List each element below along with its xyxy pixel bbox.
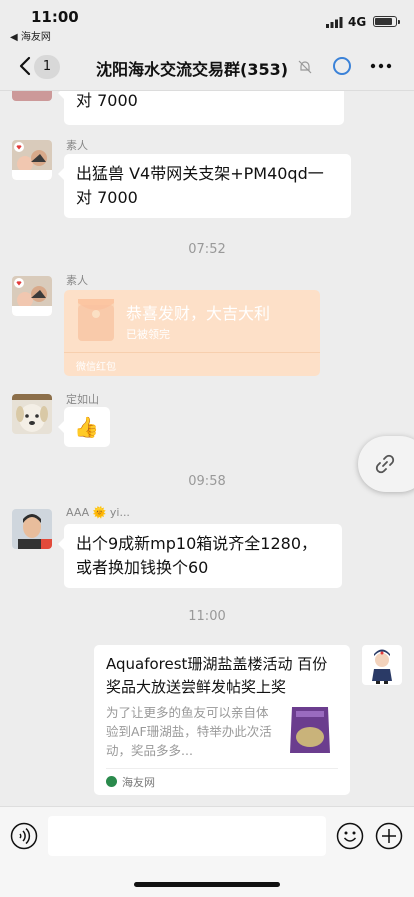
message-text: 出猛兽 V4带网关支架+PM40qd一对 7000 (76, 164, 324, 207)
add-more-icon[interactable] (375, 822, 403, 850)
avatar[interactable] (12, 509, 52, 549)
link-card-description: 为了让更多的鱼友可以亲自体验到AF珊湖盐，特举办此次活动，奖品多多... (106, 705, 272, 758)
status-bar: 11:00 ◀ 海友网 4G (0, 0, 414, 44)
avatar[interactable] (12, 91, 52, 101)
message-bubble[interactable]: 对 7000 (58, 91, 344, 125)
link-card-source: 海友网 (122, 776, 155, 789)
message-text: 对 7000 (76, 91, 138, 110)
message-bubble[interactable]: 出个9成新mp10箱说齐全1280，或者换加钱换个60 (58, 524, 342, 588)
timestamp: 09:58 (188, 474, 226, 489)
red-packet-message[interactable]: 恭喜发财，大吉大利 已被领完 微信红包 (64, 290, 320, 376)
emoji-icon[interactable] (336, 822, 364, 850)
message-text: 出个9成新mp10箱说齐全1280，或者换加钱换个60 (76, 534, 318, 577)
red-packet-status: 已被领完 (126, 328, 170, 341)
message-input[interactable] (48, 816, 326, 856)
sender-name: 素人 (66, 274, 88, 287)
link-icon (375, 454, 395, 474)
divider (64, 352, 320, 353)
status-time: 11:00 (31, 8, 79, 26)
red-packet-title: 恭喜发财，大吉大利 (126, 304, 271, 323)
back-to-app-link[interactable]: ◀ 海友网 (10, 28, 51, 43)
sender-name: AAA 🌞 yi... (66, 506, 130, 519)
home-indicator[interactable] (134, 882, 280, 887)
chat-header: 1 沈阳海水交流交易群(353) (0, 44, 414, 91)
link-card-message[interactable]: Aquaforest珊湖盐盖楼活动 百份奖品大放送尝鲜发帖奖上奖 为了让更多的鱼… (94, 645, 350, 795)
sender-name: 定如山 (66, 393, 99, 406)
chat-title: 沈阳海水交流交易群(353) (96, 60, 289, 79)
avatar[interactable] (12, 276, 52, 316)
message-list[interactable]: 对 7000 素人 出猛兽 V4带网关支架+PM40qd一对 7000 07:5… (0, 91, 414, 806)
timestamp: 07:52 (188, 242, 226, 257)
message-bubble[interactable]: 👍 (58, 407, 110, 447)
thumbs-up-emoji: 👍 (74, 415, 99, 439)
unread-count-badge[interactable]: 1 (34, 55, 60, 79)
source-logo-icon (106, 776, 117, 787)
product-thumbnail (286, 701, 334, 757)
network-type: 4G (348, 15, 367, 29)
message-bubble[interactable]: 出猛兽 V4带网关支架+PM40qd一对 7000 (58, 154, 351, 218)
more-options-icon[interactable] (370, 57, 392, 75)
battery-icon (373, 16, 400, 27)
divider (106, 768, 338, 769)
sender-name: 素人 (66, 139, 88, 152)
red-packet-icon (78, 299, 114, 341)
timestamp: 11:00 (188, 609, 226, 624)
my-avatar[interactable] (362, 645, 402, 685)
link-card-title: Aquaforest珊湖盐盖楼活动 百份奖品大放送尝鲜发帖奖上奖 (106, 655, 328, 696)
avatar[interactable] (12, 394, 52, 434)
avatar[interactable] (12, 140, 52, 180)
red-packet-label: 微信红包 (76, 362, 116, 373)
signal-icon (326, 17, 343, 28)
loading-icon (333, 57, 351, 75)
mute-bell-icon (298, 60, 312, 74)
floating-link-button[interactable] (358, 436, 414, 492)
voice-input-icon[interactable] (10, 822, 38, 850)
